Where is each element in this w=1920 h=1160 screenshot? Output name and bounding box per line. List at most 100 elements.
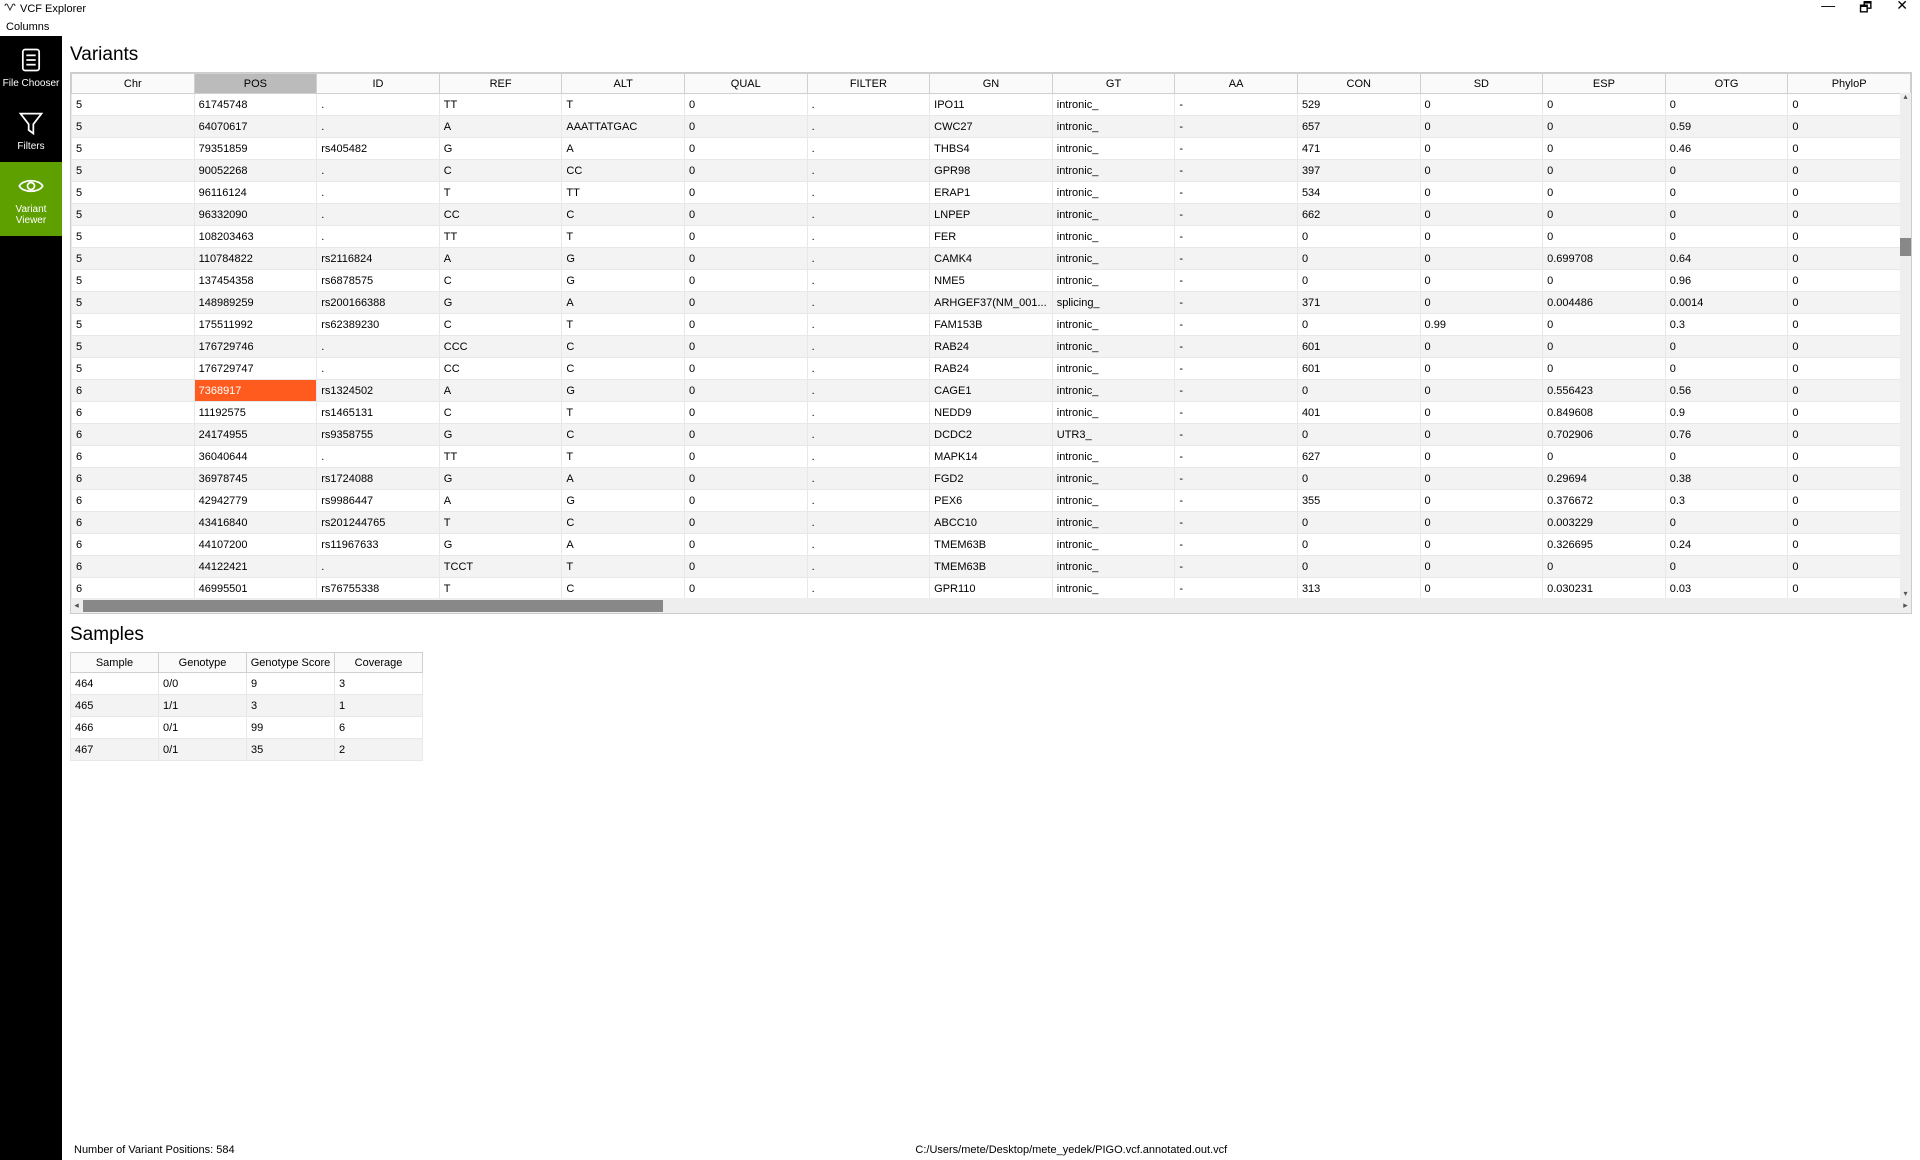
table-cell[interactable]: 3 xyxy=(335,673,423,695)
table-row[interactable]: 5110784822rs2116824AG0.CAMK4intronic_-00… xyxy=(72,248,1911,270)
table-cell[interactable]: RAB24 xyxy=(930,358,1053,380)
table-cell[interactable]: G xyxy=(562,380,685,402)
table-cell[interactable]: intronic_ xyxy=(1052,556,1175,578)
table-cell[interactable]: 6 xyxy=(72,468,195,490)
table-cell[interactable]: . xyxy=(807,182,930,204)
table-cell[interactable]: . xyxy=(807,204,930,226)
table-cell[interactable]: . xyxy=(807,424,930,446)
table-cell[interactable]: PEX6 xyxy=(930,490,1053,512)
table-cell[interactable]: 90052268 xyxy=(194,160,317,182)
table-cell[interactable]: 5 xyxy=(72,314,195,336)
table-cell[interactable]: 0 xyxy=(1420,380,1543,402)
table-cell[interactable]: 6 xyxy=(72,380,195,402)
table-cell[interactable]: rs9358755 xyxy=(317,424,440,446)
table-cell[interactable]: - xyxy=(1175,424,1298,446)
table-cell[interactable]: rs76755338 xyxy=(317,578,440,599)
table-cell[interactable]: 148989259 xyxy=(194,292,317,314)
table-cell[interactable]: FAM153B xyxy=(930,314,1053,336)
table-cell[interactable]: 6 xyxy=(72,578,195,599)
table-cell[interactable]: 0 xyxy=(684,182,807,204)
table-cell[interactable]: - xyxy=(1175,402,1298,424)
table-cell[interactable]: TCCT xyxy=(439,556,562,578)
table-cell[interactable]: rs1724088 xyxy=(317,468,440,490)
table-cell[interactable]: - xyxy=(1175,94,1298,116)
table-cell[interactable]: intronic_ xyxy=(1052,380,1175,402)
table-cell[interactable]: 0 xyxy=(1788,534,1911,556)
table-cell[interactable]: 0 xyxy=(1297,380,1420,402)
table-cell[interactable]: C xyxy=(439,314,562,336)
table-cell[interactable]: 657 xyxy=(1297,116,1420,138)
table-cell[interactable]: T xyxy=(439,512,562,534)
table-cell[interactable]: A xyxy=(562,292,685,314)
table-row[interactable]: 561745748.TTT0.IPO11intronic_-5290000 xyxy=(72,94,1911,116)
table-cell[interactable]: 0 xyxy=(1543,226,1666,248)
table-cell[interactable]: 0 xyxy=(1297,226,1420,248)
minimize-button[interactable]: — xyxy=(1821,0,1835,21)
table-cell[interactable]: 5 xyxy=(72,248,195,270)
table-cell[interactable]: 0 xyxy=(1788,490,1911,512)
table-cell[interactable]: . xyxy=(807,380,930,402)
table-cell[interactable]: . xyxy=(807,556,930,578)
table-cell[interactable]: rs1324502 xyxy=(317,380,440,402)
table-cell[interactable]: intronic_ xyxy=(1052,402,1175,424)
table-row[interactable]: 611192575rs1465131CT0.NEDD9intronic_-401… xyxy=(72,402,1911,424)
table-cell[interactable]: 0 xyxy=(1420,358,1543,380)
table-cell[interactable]: 44107200 xyxy=(194,534,317,556)
table-cell[interactable]: GPR110 xyxy=(930,578,1053,599)
menu-columns[interactable]: Columns xyxy=(6,21,49,33)
table-cell[interactable]: 0 xyxy=(1420,446,1543,468)
table-cell[interactable]: 371 xyxy=(1297,292,1420,314)
table-cell[interactable]: 0.59 xyxy=(1665,116,1788,138)
table-cell[interactable]: A xyxy=(439,248,562,270)
table-cell[interactable]: 0 xyxy=(684,402,807,424)
table-cell[interactable]: . xyxy=(807,270,930,292)
table-row[interactable]: 5176729746.CCCC0.RAB24intronic_-6010000 xyxy=(72,336,1911,358)
table-cell[interactable]: ERAP1 xyxy=(930,182,1053,204)
close-button[interactable]: ✕ xyxy=(1896,0,1908,21)
column-header[interactable]: ESP xyxy=(1543,74,1666,94)
table-cell[interactable]: - xyxy=(1175,336,1298,358)
table-row[interactable]: 4640/093 xyxy=(71,673,423,695)
table-cell[interactable]: 0.29694 xyxy=(1543,468,1666,490)
table-cell[interactable]: 0 xyxy=(1788,204,1911,226)
table-cell[interactable]: 0 xyxy=(1788,160,1911,182)
table-cell[interactable]: 44122421 xyxy=(194,556,317,578)
table-cell[interactable]: 0 xyxy=(684,226,807,248)
table-cell[interactable]: - xyxy=(1175,226,1298,248)
table-cell[interactable]: 0 xyxy=(1297,270,1420,292)
table-cell[interactable]: 0.9 xyxy=(1665,402,1788,424)
table-cell[interactable]: C xyxy=(439,402,562,424)
table-cell[interactable]: - xyxy=(1175,270,1298,292)
column-header[interactable]: Genotype Score xyxy=(247,653,335,673)
table-row[interactable]: 636040644.TTT0.MAPK14intronic_-6270000 xyxy=(72,446,1911,468)
table-cell[interactable]: A xyxy=(562,468,685,490)
table-cell[interactable]: 662 xyxy=(1297,204,1420,226)
scroll-thumb[interactable] xyxy=(1900,238,1911,256)
table-cell[interactable]: 0 xyxy=(1420,160,1543,182)
table-cell[interactable]: G xyxy=(562,490,685,512)
table-cell[interactable]: 0 xyxy=(1665,182,1788,204)
table-cell[interactable]: CCC xyxy=(439,336,562,358)
table-cell[interactable]: T xyxy=(562,226,685,248)
table-row[interactable]: 4670/1352 xyxy=(71,739,423,761)
table-cell[interactable]: 0 xyxy=(1543,556,1666,578)
table-cell[interactable]: 0 xyxy=(1788,424,1911,446)
table-cell[interactable]: 42942779 xyxy=(194,490,317,512)
table-cell[interactable]: 0 xyxy=(684,358,807,380)
table-cell[interactable]: 176729746 xyxy=(194,336,317,358)
table-cell[interactable]: - xyxy=(1175,380,1298,402)
column-header[interactable]: GN xyxy=(930,74,1053,94)
table-cell[interactable]: 0 xyxy=(684,204,807,226)
table-cell[interactable]: 6 xyxy=(72,446,195,468)
table-cell[interactable]: 0 xyxy=(684,578,807,599)
table-cell[interactable]: 0.76 xyxy=(1665,424,1788,446)
table-cell[interactable]: 0 xyxy=(1665,556,1788,578)
table-cell[interactable]: 0.004486 xyxy=(1543,292,1666,314)
table-cell[interactable]: C xyxy=(562,578,685,599)
table-cell[interactable]: 0 xyxy=(684,468,807,490)
table-cell[interactable]: 0 xyxy=(1665,446,1788,468)
table-cell[interactable]: 0 xyxy=(1420,182,1543,204)
table-cell[interactable]: 0.99 xyxy=(1420,314,1543,336)
table-cell[interactable]: . xyxy=(807,468,930,490)
table-cell[interactable]: . xyxy=(317,226,440,248)
